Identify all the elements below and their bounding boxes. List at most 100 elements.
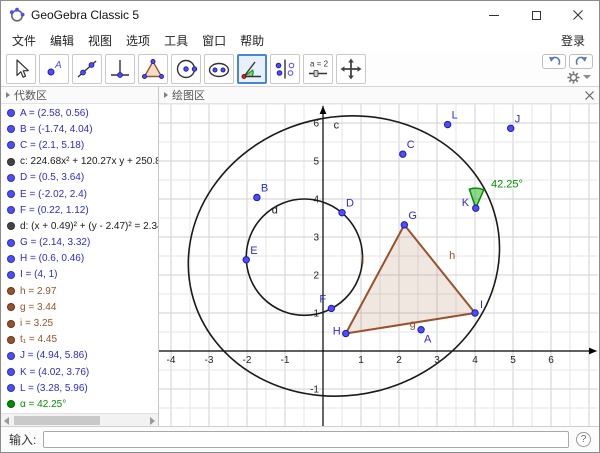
- point-A[interactable]: [418, 327, 424, 333]
- side-label-i: i: [362, 255, 364, 267]
- circle-tool[interactable]: [171, 54, 201, 84]
- grid: [159, 104, 598, 426]
- point-label-F: F: [319, 293, 326, 305]
- point-C[interactable]: [400, 151, 406, 157]
- algebra-item[interactable]: H = (0.6, 0.46): [1, 251, 158, 267]
- algebra-item[interactable]: t₁ = 4.45: [1, 332, 158, 348]
- visibility-marble[interactable]: [7, 368, 15, 376]
- algebra-item[interactable]: A = (2.58, 0.56): [1, 105, 158, 121]
- maximize-button[interactable]: [515, 1, 557, 29]
- visibility-marble[interactable]: [7, 239, 15, 247]
- point-label-K: K: [462, 197, 470, 209]
- redo-button[interactable]: [569, 54, 593, 69]
- scroll-right-arrow-icon[interactable]: [150, 417, 155, 425]
- menu-item-视图[interactable]: 视图: [81, 32, 119, 49]
- point-G[interactable]: [401, 222, 407, 228]
- settings-gear-icon[interactable]: [567, 71, 580, 84]
- visibility-marble[interactable]: [7, 336, 15, 344]
- menu-item-帮助[interactable]: 帮助: [233, 32, 271, 49]
- visibility-marble[interactable]: [7, 109, 15, 117]
- point-J[interactable]: [508, 125, 514, 131]
- menu-item-工具[interactable]: 工具: [157, 32, 195, 49]
- algebra-item[interactable]: g = 3.44: [1, 299, 158, 315]
- algebra-item[interactable]: i = 3.25: [1, 315, 158, 331]
- point-K[interactable]: [473, 205, 479, 211]
- login-button[interactable]: 登录: [561, 32, 599, 49]
- perpendicular-line-tool[interactable]: [105, 54, 135, 84]
- point-L[interactable]: [444, 121, 450, 127]
- ellipse-tool[interactable]: [204, 54, 234, 84]
- point-I[interactable]: [472, 310, 478, 316]
- algebra-item[interactable]: K = (4.02, 3.76): [1, 364, 158, 380]
- visibility-marble[interactable]: [7, 222, 15, 230]
- menu-item-编辑[interactable]: 编辑: [43, 32, 81, 49]
- svg-text:6: 6: [548, 355, 554, 366]
- visibility-marble[interactable]: [7, 320, 15, 328]
- point-D[interactable]: [339, 209, 345, 215]
- point-E[interactable]: [243, 257, 249, 263]
- algebra-item[interactable]: B = (-1.74, 4.04): [1, 121, 158, 137]
- move-tool[interactable]: [6, 54, 36, 84]
- algebra-item[interactable]: E = (-2.02, 2.4): [1, 186, 158, 202]
- point-F[interactable]: [328, 305, 334, 311]
- svg-text:-3: -3: [205, 355, 214, 366]
- algebra-item[interactable]: J = (4.94, 5.86): [1, 348, 158, 364]
- point-tool[interactable]: A: [39, 54, 69, 84]
- algebra-item[interactable]: d: (x + 0.49)² + (y - 2.47)² = 2.34: [1, 218, 158, 234]
- algebra-item[interactable]: C = (2.1, 5.18): [1, 137, 158, 153]
- visibility-marble[interactable]: [7, 158, 15, 166]
- visibility-marble[interactable]: [7, 190, 15, 198]
- scrollbar-thumb[interactable]: [14, 416, 100, 425]
- visibility-marble[interactable]: [7, 141, 15, 149]
- visibility-marble[interactable]: [7, 287, 15, 295]
- line-tool[interactable]: [72, 54, 102, 84]
- minimize-button[interactable]: [473, 1, 515, 29]
- conic-c[interactable]: c: [159, 104, 529, 426]
- slider-tool[interactable]: a = 2: [303, 54, 333, 84]
- geogebra-window: GeoGebra Classic 5 文件编辑视图选项工具窗口帮助 登录 Aa …: [0, 0, 600, 453]
- algebra-item[interactable]: c: 224.68x² + 120.27x y + 250.8: [1, 154, 158, 170]
- command-input[interactable]: [43, 431, 569, 448]
- visibility-marble[interactable]: [7, 303, 15, 311]
- scroll-left-arrow-icon[interactable]: [4, 417, 9, 425]
- algebra-item[interactable]: F = (0.22, 1.12): [1, 202, 158, 218]
- visibility-marble[interactable]: [7, 400, 15, 408]
- menu-item-文件[interactable]: 文件: [5, 32, 43, 49]
- algebra-item[interactable]: L = (3.28, 5.96): [1, 380, 158, 396]
- algebra-item[interactable]: α = 42.25°: [1, 396, 158, 412]
- undo-button[interactable]: [542, 54, 566, 69]
- polygon-tool[interactable]: [138, 54, 168, 84]
- point-B[interactable]: [254, 194, 260, 200]
- algebra-horizontal-scrollbar[interactable]: [1, 413, 158, 426]
- visibility-marble[interactable]: [7, 206, 15, 214]
- visibility-marble[interactable]: [7, 174, 15, 182]
- help-button[interactable]: ?: [576, 432, 591, 447]
- graphics-close-button[interactable]: [585, 91, 594, 100]
- visibility-marble[interactable]: [7, 384, 15, 392]
- collapse-triangle-icon[interactable]: [164, 92, 168, 98]
- algebra-item[interactable]: G = (2.14, 3.32): [1, 235, 158, 251]
- menu-item-选项[interactable]: 选项: [119, 32, 157, 49]
- algebra-item[interactable]: h = 2.97: [1, 283, 158, 299]
- svg-text:-4: -4: [167, 355, 176, 366]
- visibility-marble[interactable]: [7, 125, 15, 133]
- point-H[interactable]: [343, 330, 349, 336]
- close-button[interactable]: [557, 1, 599, 29]
- menu-item-窗口[interactable]: 窗口: [195, 32, 233, 49]
- algebra-item-label: I = (4, 1): [20, 269, 58, 280]
- visibility-marble[interactable]: [7, 271, 15, 279]
- algebra-item-label: L = (3.28, 5.96): [20, 383, 88, 394]
- algebra-item[interactable]: D = (0.5, 3.64): [1, 170, 158, 186]
- angle-marker-alpha[interactable]: 42.25°: [469, 179, 523, 209]
- visibility-marble[interactable]: [7, 255, 15, 263]
- angle-tool[interactable]: [237, 54, 267, 84]
- collapse-triangle-icon[interactable]: [6, 92, 10, 98]
- graphics-canvas[interactable]: -4-3-2-1123456-1123456cdhgi42.25°ABCDEFG…: [159, 104, 599, 426]
- visibility-marble[interactable]: [7, 352, 15, 360]
- chevron-down-icon[interactable]: [583, 75, 591, 79]
- algebra-item[interactable]: I = (4, 1): [1, 267, 158, 283]
- toolbar: Aa = 2: [1, 51, 599, 87]
- reflect-tool[interactable]: [270, 54, 300, 84]
- move-graphics-tool[interactable]: [336, 54, 366, 84]
- svg-text:2: 2: [313, 271, 319, 282]
